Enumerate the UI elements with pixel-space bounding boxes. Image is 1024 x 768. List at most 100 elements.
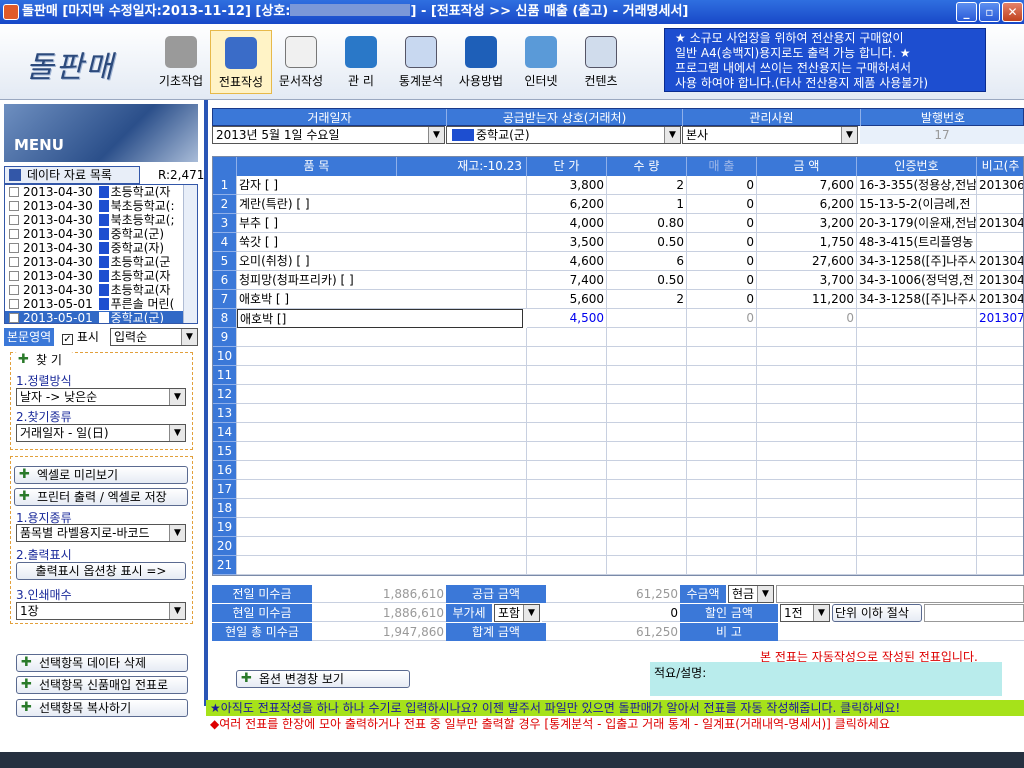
cell-qty[interactable] [607, 442, 687, 461]
cell-item[interactable] [237, 404, 527, 423]
cell-x[interactable] [687, 328, 757, 347]
cell-amt[interactable] [757, 404, 857, 423]
cell-price[interactable] [527, 385, 607, 404]
cell-qty[interactable]: 2 [607, 290, 687, 309]
cell-cert[interactable]: 34-3-1006(정덕영,전 [857, 271, 977, 290]
table-row[interactable]: 8애호박 []4,500 00 20130712 [213, 309, 1023, 328]
cell-item[interactable]: 청피망(청파프리카) [ ] [237, 271, 527, 290]
cell-cert[interactable] [857, 328, 977, 347]
table-row[interactable]: 15 [213, 442, 1023, 461]
find-type-select[interactable]: 거래일자 - 일(日) ▼ [16, 424, 186, 442]
cell-x[interactable] [687, 518, 757, 537]
cell-item[interactable]: 오미(취청) [ ] [237, 252, 527, 271]
table-row[interactable]: 18 [213, 499, 1023, 518]
cell-qty[interactable]: 1 [607, 195, 687, 214]
list-item[interactable]: 2013-04-30 초등학교(군 [5, 255, 197, 269]
cell-item[interactable] [237, 537, 527, 556]
cell-qty[interactable] [607, 328, 687, 347]
cell-price[interactable] [527, 518, 607, 537]
cell-item[interactable]: 애호박 [] [237, 309, 523, 328]
cell-x[interactable] [687, 480, 757, 499]
cell-price[interactable] [527, 480, 607, 499]
cell-cert[interactable] [857, 556, 977, 575]
list-scrollbar[interactable] [183, 185, 197, 323]
list-item[interactable]: 2013-04-30 북초등학교(; [5, 213, 197, 227]
show-checkbox[interactable]: ✓ [62, 334, 73, 345]
toolbar-stats-button[interactable]: 통계분석 [390, 30, 452, 94]
find-button[interactable]: ✚ 찾 기 [14, 352, 74, 370]
cell-amt[interactable] [757, 442, 857, 461]
list-item[interactable]: 2013-05-01 푸른솔 머린( [5, 297, 197, 311]
discount-unit-select[interactable]: 1전 ▼ [780, 604, 830, 622]
cell-cert[interactable]: 34-3-1258([주]나주시 [857, 290, 977, 309]
cell-price[interactable] [527, 328, 607, 347]
toolbar-manage-button[interactable]: 관 리 [330, 30, 392, 94]
cell-cert[interactable]: 34-3-1258([주]나주시 [857, 252, 977, 271]
table-row[interactable]: 9 [213, 328, 1023, 347]
print-excel-button[interactable]: ✚ 프린터 출력 / 엑셀로 저장 [14, 488, 188, 506]
cell-item[interactable] [237, 480, 527, 499]
cell-qty[interactable] [607, 366, 687, 385]
table-row[interactable]: 11 [213, 366, 1023, 385]
notice-box[interactable]: ★ 소규모 사업장을 위하여 전산용지 구매없이 일반 A4(송백지)용지로도 … [664, 28, 986, 92]
cell-memo[interactable] [977, 385, 1023, 404]
cell-memo[interactable] [977, 423, 1023, 442]
cell-qty[interactable] [607, 404, 687, 423]
cell-price[interactable] [527, 366, 607, 385]
cell-memo[interactable] [977, 366, 1023, 385]
cell-memo[interactable] [977, 328, 1023, 347]
memo-field[interactable]: 적요/설명: [650, 662, 1002, 696]
partner-select[interactable]: 중학교(군) ▼ [446, 126, 681, 144]
discount-input[interactable] [924, 604, 1024, 622]
cell-x[interactable] [687, 423, 757, 442]
cell-qty[interactable]: 0.50 [607, 271, 687, 290]
cell-cert[interactable]: 48-3-415(트리플영농 [857, 233, 977, 252]
list-item[interactable]: 2013-04-30 중학교(자) [5, 241, 197, 255]
table-row[interactable]: 10 [213, 347, 1023, 366]
cell-memo[interactable] [977, 347, 1023, 366]
cell-amt[interactable] [757, 461, 857, 480]
cell-amt[interactable]: 1,750 [757, 233, 857, 252]
cell-amt[interactable]: 11,200 [757, 290, 857, 309]
cell-cert[interactable] [857, 499, 977, 518]
cell-cert[interactable] [857, 366, 977, 385]
table-row[interactable]: 17 [213, 480, 1023, 499]
cell-memo[interactable] [977, 518, 1023, 537]
copy-selected-button[interactable]: ✚ 선택항목 복사하기 [16, 699, 188, 717]
cell-item[interactable] [237, 518, 527, 537]
list-item[interactable]: 2013-04-30 초등학교(자 [5, 185, 197, 199]
list-checkbox[interactable] [9, 187, 19, 197]
toolbar-contents-button[interactable]: 컨텐츠 [570, 30, 632, 94]
cell-item[interactable] [237, 347, 527, 366]
cell-memo[interactable] [977, 537, 1023, 556]
cell-amt[interactable] [757, 537, 857, 556]
cell-amt[interactable] [757, 556, 857, 575]
list-item-selected[interactable]: 2013-05-01 중학교(군) [5, 311, 197, 323]
note-input[interactable] [778, 623, 1024, 641]
cell-amt[interactable] [757, 423, 857, 442]
cell-cert[interactable] [857, 461, 977, 480]
cell-x[interactable] [687, 347, 757, 366]
list-checkbox[interactable] [9, 285, 19, 295]
cell-cert[interactable] [857, 385, 977, 404]
cell-price[interactable] [527, 499, 607, 518]
cell-x[interactable]: 0 [687, 309, 757, 328]
item-grid[interactable]: 품 목 재고:-10.23 단 가 수 량 매 출 금 액 인증번호 비고(추 … [212, 156, 1024, 576]
auto-slip-banner[interactable]: ★아직도 전표작성을 하나 하나 수기로 입력하시나요? 이젠 발주서 파일만 … [206, 700, 1024, 716]
cell-price[interactable]: 7,400 [527, 271, 607, 290]
cell-price[interactable]: 4,500 [527, 309, 607, 328]
cell-qty[interactable] [607, 518, 687, 537]
cell-price[interactable] [527, 423, 607, 442]
list-item[interactable]: 2013-04-30 중학교(군) [5, 227, 197, 241]
cell-memo[interactable] [977, 442, 1023, 461]
cell-item[interactable] [237, 385, 527, 404]
cell-memo[interactable] [977, 404, 1023, 423]
delete-selected-button[interactable]: ✚ 선택항목 데이타 삭제 [16, 654, 188, 672]
minimize-button[interactable]: _ [956, 2, 977, 22]
cell-cert[interactable]: 15-13-5-2(이금례,전 [857, 195, 977, 214]
cell-cert[interactable]: 20-3-179(이윤재,전남 [857, 214, 977, 233]
cell-memo[interactable] [977, 461, 1023, 480]
data-list-header[interactable]: 데이타 자료 목록 [4, 166, 140, 184]
table-row[interactable]: 1감자 [ ]3,800207,60016-3-355(정용상,전남201306… [213, 176, 1023, 195]
cell-item[interactable] [237, 556, 527, 575]
